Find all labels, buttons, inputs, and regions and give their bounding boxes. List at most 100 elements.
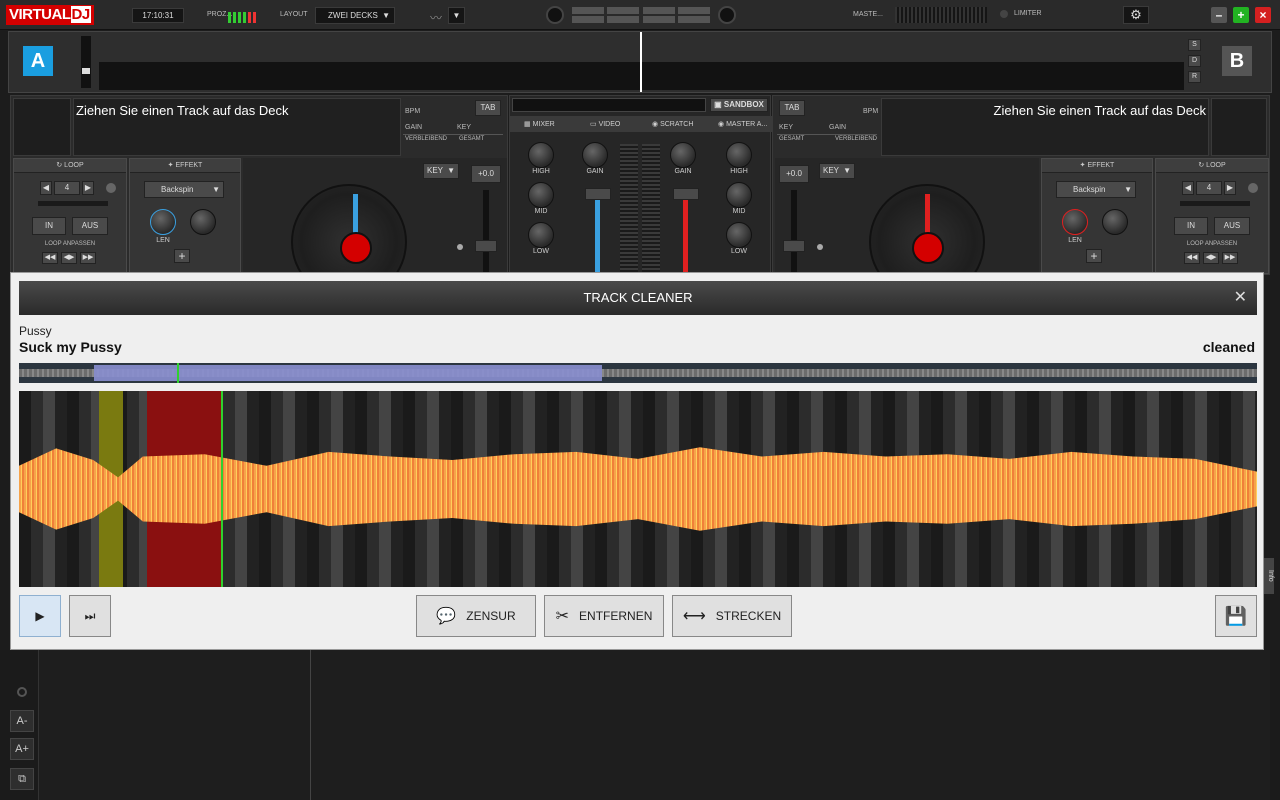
maximize-button[interactable]: + [1233, 7, 1249, 23]
deck-right-effect-select[interactable]: Backspin ▼ [1056, 181, 1136, 198]
deck-right-loop-panel: ↻ LOOP ◀ 4 ▶ IN AUS LOOP ANPASSEN ◀◀ ◀▶ … [1155, 158, 1269, 274]
skip-next-icon: ⏭ [84, 608, 96, 623]
deck-right-add-effect-button[interactable]: + [1086, 249, 1102, 263]
waveform-icon[interactable]: 〰 [430, 9, 442, 26]
deck-b-badge[interactable]: B [1222, 46, 1252, 76]
deck-left-loop-shift-fwd[interactable]: ▶▶ [80, 252, 96, 264]
mixer-right-low-knob[interactable] [726, 222, 752, 248]
mixer: ▣ SANDBOX ▦ MIXER ▭ VIDEO ◉ SCRATCH ◉ MA… [509, 95, 772, 275]
stretch-button[interactable]: ⟷ STRECKEN [672, 595, 792, 637]
deck-right-effect-param-knob[interactable] [1102, 209, 1128, 235]
settings-gear-icon[interactable]: ⚙ [1123, 6, 1149, 24]
overview-selection [94, 365, 602, 381]
mixer-right-fader-handle[interactable] [673, 188, 699, 200]
deck-left-loop-next[interactable]: ▶ [82, 181, 94, 195]
record-icon[interactable] [17, 687, 27, 697]
deck-left-loop-in-button[interactable]: IN [32, 217, 66, 235]
deck-left-loop-prev[interactable]: ◀ [40, 181, 52, 195]
deck-right-key-button[interactable]: KEY ▼ [819, 163, 855, 179]
deck-left-key-label: KEY [457, 124, 472, 131]
mixer-left-mid-label: MID [534, 208, 548, 215]
deck-left-effect-param-knob[interactable] [190, 209, 216, 235]
deck-right-track-info[interactable]: Ziehen Sie einen Track auf das Deck [881, 98, 1209, 156]
tab-mixer[interactable]: ▦ MIXER [524, 120, 555, 128]
deck-left-jog-center[interactable] [340, 232, 372, 264]
chevron-down-icon: ▼ [447, 166, 455, 175]
zoomed-waveform[interactable] [19, 391, 1257, 587]
deck-left-loop-shift-both[interactable]: ◀▶ [61, 252, 77, 264]
deck-left-loop-size[interactable]: 4 [54, 181, 80, 195]
deck-left-pitch-reset[interactable] [457, 244, 463, 250]
deck-right-pitch-reset[interactable] [817, 244, 823, 250]
deck-right-loop-out-button[interactable]: AUS [1214, 217, 1250, 235]
mixer-right-volume-fader[interactable] [683, 192, 688, 272]
deck-a-badge[interactable]: A [23, 46, 53, 76]
deck-right-tap-button[interactable]: TAB [779, 100, 805, 116]
mixer-left-low-knob[interactable] [528, 222, 554, 248]
deck-right-effect-len-knob[interactable] [1062, 209, 1088, 235]
save-icon: 💾 [1224, 605, 1248, 626]
deck-left-loop-shift-back[interactable]: ◀◀ [42, 252, 58, 264]
minimize-button[interactable]: – [1211, 7, 1227, 23]
mixer-left-high-knob[interactable] [528, 142, 554, 168]
deck-right-pitch-handle[interactable] [783, 240, 805, 252]
deck-left-loop-out-button[interactable]: AUS [72, 217, 108, 235]
skip-next-button[interactable]: ⏭ [69, 595, 111, 637]
mixer-right-gain-label: GAIN [674, 168, 692, 175]
close-icon[interactable]: ✕ [1234, 281, 1247, 315]
deck-left-effect-len-knob[interactable] [150, 209, 176, 235]
deck-right-loop-shift-back[interactable]: ◀◀ [1184, 252, 1200, 264]
deck-right-loop-toggle[interactable] [1248, 183, 1258, 193]
deck-right-loop-in-button[interactable]: IN [1174, 217, 1208, 235]
master-bar [678, 16, 710, 23]
font-larger-button[interactable]: A+ [10, 738, 34, 760]
mixer-left-mid-knob[interactable] [528, 182, 554, 208]
deck-right-loop-shift-fwd[interactable]: ▶▶ [1222, 252, 1238, 264]
window-icon[interactable]: ⧉ [10, 768, 34, 790]
tab-master[interactable]: ◉ MASTER A... [718, 120, 767, 128]
tab-scratch[interactable]: ◉ SCRATCH [652, 120, 693, 128]
deck-right-effect-panel: ✦ EFFEKT Backspin ▼ LEN + [1041, 158, 1153, 274]
deck-r-button[interactable]: R [1188, 71, 1201, 83]
mixer-left-gain-knob[interactable] [582, 142, 608, 168]
deck-left-effect-select[interactable]: Backspin ▼ [144, 181, 224, 198]
deck-left-loop-adjust-label: LOOP ANPASSEN [44, 241, 96, 247]
deck-left-loop-toggle[interactable] [106, 183, 116, 193]
save-button[interactable]: 💾 [1215, 595, 1257, 637]
mixer-left-volume-fader[interactable] [595, 192, 600, 272]
deck-d-button[interactable]: D [1188, 55, 1201, 67]
play-button[interactable]: ▶ [19, 595, 61, 637]
deck-left-add-effect-button[interactable]: + [174, 249, 190, 263]
tab-video[interactable]: ▭ VIDEO [590, 120, 620, 128]
overview-waveform[interactable] [19, 363, 1257, 383]
deck-left-key-button[interactable]: KEY ▼ [423, 163, 459, 179]
deck-left-pitch-handle[interactable] [475, 240, 497, 252]
master-bar [678, 7, 710, 14]
deck-right-loop-next[interactable]: ▶ [1224, 181, 1236, 195]
deck-left-track-info[interactable]: Ziehen Sie einen Track auf das Deck [73, 98, 401, 156]
deck-right-loop-size[interactable]: 4 [1196, 181, 1222, 195]
mixer-right-gain-knob[interactable] [670, 142, 696, 168]
close-window-button[interactable]: × [1255, 7, 1271, 23]
track-title: Suck my Pussy [19, 339, 122, 355]
deck-right-loop-prev[interactable]: ◀ [1182, 181, 1194, 195]
mixer-left-fader-handle[interactable] [585, 188, 611, 200]
deck-left-tap-button[interactable]: TAB [475, 100, 501, 116]
font-smaller-button[interactable]: A- [10, 710, 34, 732]
censor-button[interactable]: 💬 ZENSUR [416, 595, 536, 637]
mixer-right-high-knob[interactable] [726, 142, 752, 168]
deck-right-jog-center[interactable] [912, 232, 944, 264]
layout-select[interactable]: ZWEI DECKS ▼ [315, 7, 395, 24]
deck-overview-strip: A S D R B [8, 31, 1272, 93]
deck-right-loop-shift-both[interactable]: ◀▶ [1203, 252, 1219, 264]
deck-sync-button[interactable]: S [1188, 39, 1201, 51]
remove-button[interactable]: ✂ ENTFERNEN [544, 595, 664, 637]
sandbox-button[interactable]: ▣ SANDBOX [710, 98, 768, 112]
mixer-right-mid-knob[interactable] [726, 182, 752, 208]
deck-left-pitch-slider[interactable] [483, 190, 489, 274]
deck-right-pitch-slider[interactable] [791, 190, 797, 274]
deck-left-loop-panel: ↻ LOOP ◀ 4 ▶ IN AUS LOOP ANPASSEN ◀◀ ◀▶ … [13, 158, 127, 274]
waveform-dropdown[interactable]: ▼ [448, 7, 465, 24]
info-tab[interactable]: Info [1264, 558, 1274, 594]
deck-left-loop-bar [38, 201, 108, 206]
